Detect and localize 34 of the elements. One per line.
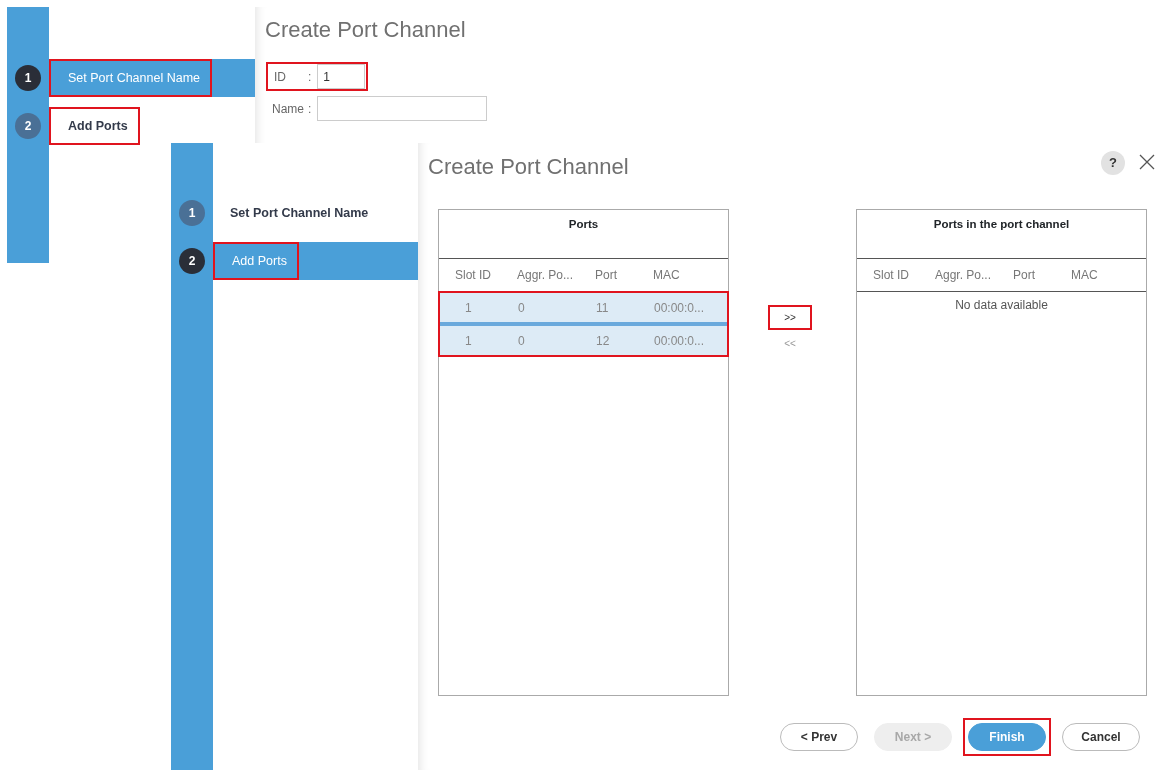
column-header: Port: [594, 267, 618, 284]
column-header: Port: [1012, 267, 1036, 284]
colon-label: :: [308, 68, 312, 86]
table-title: Ports in the port channel: [857, 210, 1146, 259]
dialog-title: Create Port Channel: [428, 153, 629, 181]
text-input[interactable]: 1: [317, 64, 366, 89]
text-input[interactable]: [317, 96, 488, 121]
column-header: Slot ID: [872, 267, 910, 284]
table-cell-text: 00:00:0...: [653, 332, 706, 350]
field-label: Name: [272, 100, 304, 118]
table-cell-text: 12: [595, 332, 611, 350]
table-cell-text: 00:00:0...: [653, 299, 706, 317]
column-header: Slot ID: [454, 267, 492, 284]
colon-label: :: [308, 100, 312, 118]
dialog-title: Create Port Channel: [265, 16, 466, 44]
help-icon[interactable]: ?: [1101, 151, 1125, 175]
table-cell-text: 1: [464, 332, 473, 350]
field-label: ID: [274, 68, 287, 86]
column-header: Aggr. Po...: [516, 267, 575, 284]
empty-message: No data available: [954, 297, 1049, 314]
table-cell-text: 1: [464, 299, 473, 317]
table-title: Ports: [439, 210, 728, 259]
table-cell-text: 0: [517, 299, 526, 317]
close-icon[interactable]: [1139, 154, 1155, 170]
step-label[interactable]: Add Ports: [68, 116, 128, 136]
table-cell-text: 11: [595, 299, 610, 317]
wizard-button[interactable]: Cancel: [1062, 723, 1140, 751]
column-header: MAC: [652, 267, 681, 284]
wizard-button[interactable]: < Prev: [780, 723, 858, 751]
move-button[interactable]: >>: [776, 308, 804, 327]
column-header: MAC: [1070, 267, 1099, 284]
table-cell-text: 0: [517, 332, 526, 350]
step-label[interactable]: Set Port Channel Name: [230, 203, 369, 223]
column-header: Aggr. Po...: [934, 267, 993, 284]
